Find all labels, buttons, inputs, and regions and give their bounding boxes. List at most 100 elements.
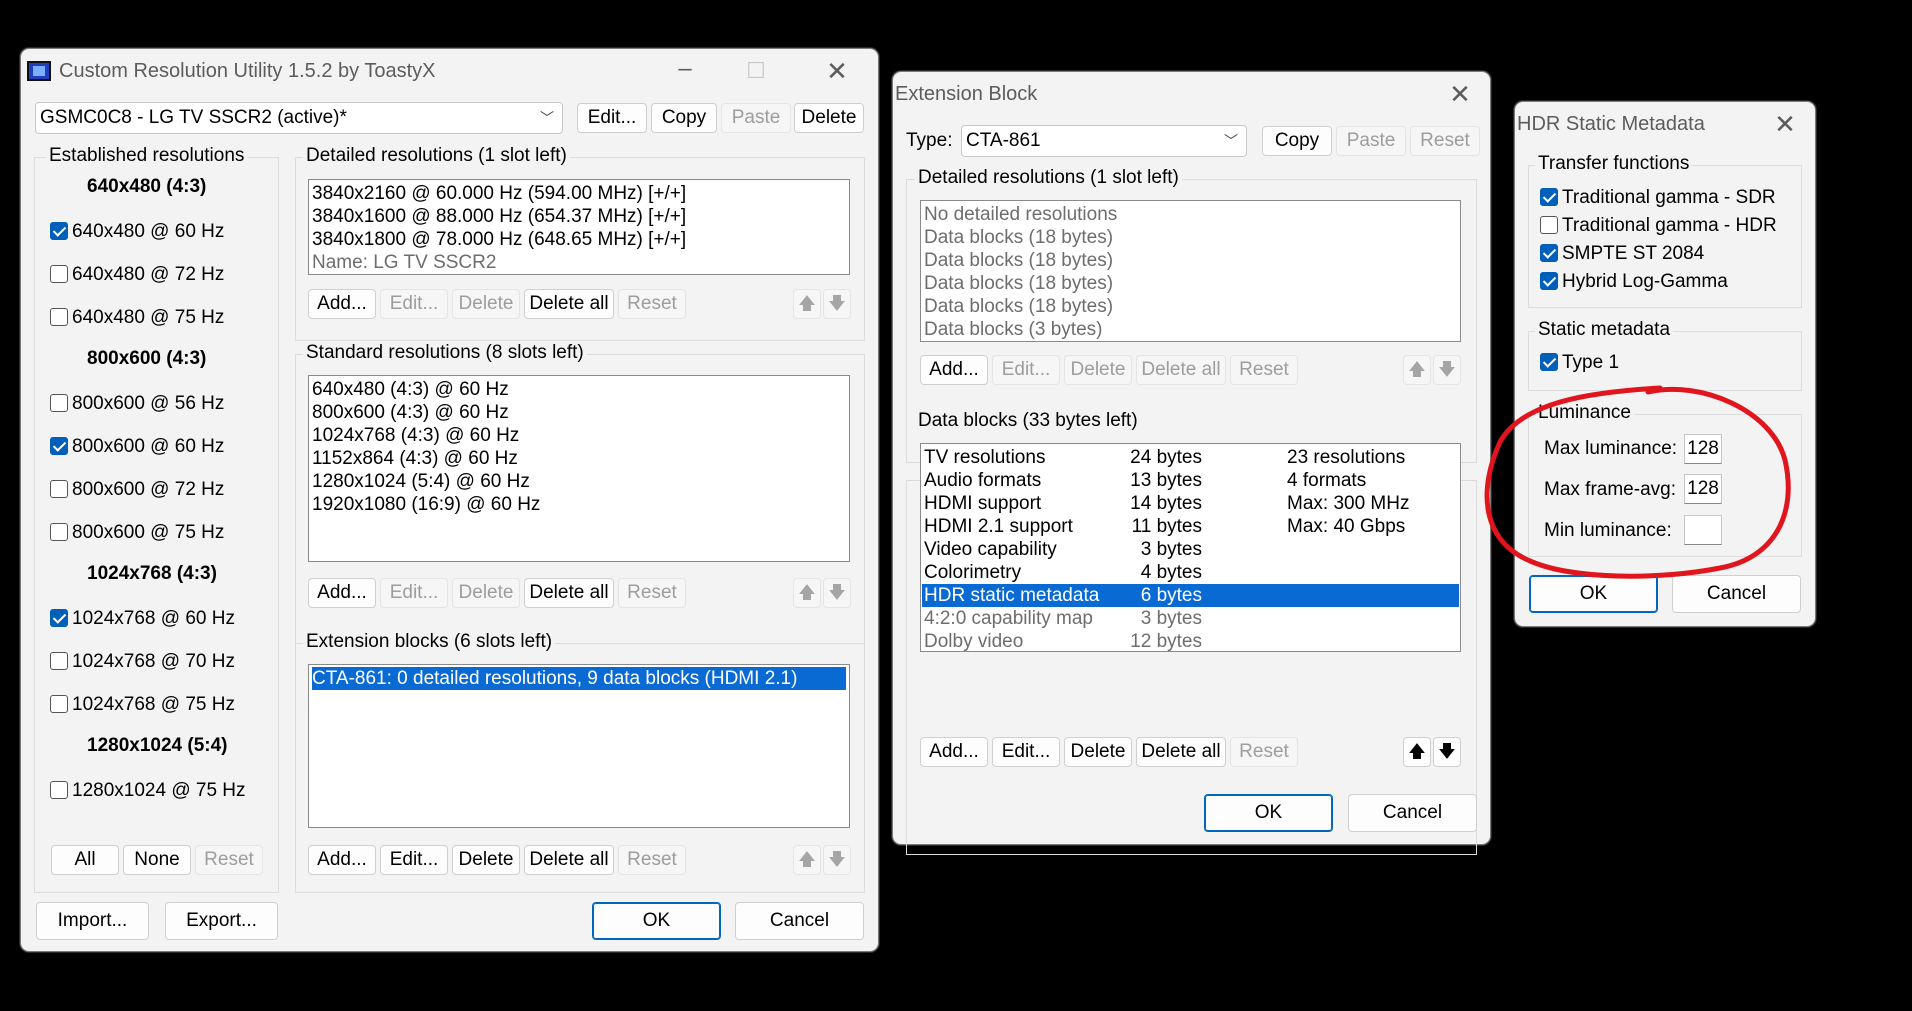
checkbox-checked-icon[interactable] <box>50 222 68 240</box>
hdr-checkbox[interactable]: Type 1 <box>1540 350 1619 376</box>
list-item[interactable]: 1280x1024 (5:4) @ 60 Hz <box>312 470 846 493</box>
list-item-name[interactable]: Name: LG TV SSCR2 <box>312 251 846 274</box>
table-row[interactable]: Video capability 3 bytes <box>922 538 1459 561</box>
add-detailed-button[interactable]: Add... <box>308 289 376 319</box>
all-button[interactable]: All <box>51 845 119 875</box>
resolution-checkbox[interactable]: 1280x1024 @ 75 Hz <box>50 778 246 804</box>
none-button[interactable]: None <box>123 845 191 875</box>
max-frame-avg-input[interactable]: 128 <box>1684 474 1722 504</box>
delete-monitor-button[interactable]: Delete <box>794 103 864 133</box>
hdr-checkbox[interactable]: Traditional gamma - SDR <box>1540 185 1776 211</box>
add-datablock-button[interactable]: Add... <box>920 737 988 767</box>
reset-detailed-button[interactable]: Reset <box>618 289 686 319</box>
ok-button[interactable]: OK <box>1204 794 1333 832</box>
table-row[interactable]: TV resolutions 24 bytes 23 resolutions <box>922 446 1459 469</box>
list-item[interactable]: 1920x1080 (16:9) @ 60 Hz <box>312 493 846 516</box>
edit-extension-button[interactable]: Edit... <box>380 845 448 875</box>
move-up-icon[interactable]: 🡅 <box>793 845 821 875</box>
checkbox-unchecked-icon[interactable] <box>50 265 68 283</box>
close-button[interactable]: ✕ <box>1767 107 1803 141</box>
resolution-checkbox[interactable]: 800x600 @ 56 Hz <box>50 391 224 417</box>
delete-ext-detailed-button[interactable]: Delete <box>1064 355 1132 385</box>
hdr-checkbox[interactable]: Traditional gamma - HDR <box>1540 213 1777 239</box>
resolution-checkbox[interactable]: 800x600 @ 60 Hz <box>50 434 224 460</box>
list-item[interactable]: No detailed resolutions <box>924 203 1457 226</box>
list-item[interactable]: 1152x864 (4:3) @ 60 Hz <box>312 447 846 470</box>
hdr-checkbox[interactable]: SMPTE ST 2084 <box>1540 241 1704 267</box>
checkbox-checked-icon[interactable] <box>1540 272 1558 290</box>
export-button[interactable]: Export... <box>165 902 278 940</box>
checkbox-checked-icon[interactable] <box>1540 244 1558 262</box>
reset-standard-button[interactable]: Reset <box>618 578 686 608</box>
move-down-icon[interactable]: 🡇 <box>823 578 851 608</box>
table-row[interactable]: Audio formats 13 bytes 4 formats <box>922 469 1459 492</box>
edit-standard-button[interactable]: Edit... <box>380 578 448 608</box>
reset-extension-type-button[interactable]: Reset <box>1410 126 1480 156</box>
hdr-checkbox[interactable]: Hybrid Log-Gamma <box>1540 269 1728 295</box>
table-row[interactable]: HDMI 2.1 support 11 bytes Max: 40 Gbps <box>922 515 1459 538</box>
edit-detailed-button[interactable]: Edit... <box>380 289 448 319</box>
delete-all-extension-button[interactable]: Delete all <box>524 845 614 875</box>
resolution-checkbox[interactable]: 1024x768 @ 75 Hz <box>50 692 235 718</box>
table-row[interactable]: Colorimetry 4 bytes <box>922 561 1459 584</box>
resolution-checkbox[interactable]: 1024x768 @ 70 Hz <box>50 649 235 675</box>
hdr-titlebar[interactable]: HDR Static Metadata ✕ <box>1515 102 1815 146</box>
checkbox-unchecked-icon[interactable] <box>1540 216 1558 234</box>
checkbox-unchecked-icon[interactable] <box>50 781 68 799</box>
move-up-icon[interactable]: 🡅 <box>1403 355 1431 385</box>
ok-button[interactable]: OK <box>592 902 721 940</box>
resolution-checkbox[interactable]: 1024x768 @ 60 Hz <box>50 606 235 632</box>
standard-list[interactable]: 640x480 (4:3) @ 60 Hz 800x600 (4:3) @ 60… <box>308 375 850 562</box>
minimize-button[interactable]: – <box>667 54 703 88</box>
cancel-button[interactable]: Cancel <box>735 902 864 940</box>
monitor-select[interactable]: GSMC0C8 - LG TV SSCR2 (active)* ﹀ <box>35 102 563 134</box>
list-item[interactable]: 3840x1600 @ 88.000 Hz (654.37 MHz) [+/+] <box>312 205 846 228</box>
add-extension-button[interactable]: Add... <box>308 845 376 875</box>
max-luminance-input[interactable]: 128 <box>1684 434 1722 464</box>
list-item[interactable]: Data blocks (18 bytes) <box>924 295 1457 318</box>
delete-all-detailed-button[interactable]: Delete all <box>524 289 614 319</box>
delete-all-ext-detailed-button[interactable]: Delete all <box>1136 355 1226 385</box>
list-item[interactable]: 3840x1800 @ 78.000 Hz (648.65 MHz) [+/+] <box>312 228 846 251</box>
checkbox-checked-icon[interactable] <box>1540 353 1558 371</box>
close-button[interactable]: ✕ <box>819 54 855 88</box>
reset-established-button[interactable]: Reset <box>195 845 263 875</box>
list-item[interactable]: Data blocks (18 bytes) <box>924 272 1457 295</box>
cancel-button[interactable]: Cancel <box>1672 575 1801 613</box>
reset-datablock-button[interactable]: Reset <box>1230 737 1298 767</box>
min-luminance-input[interactable] <box>1684 515 1722 545</box>
cancel-button[interactable]: Cancel <box>1348 794 1477 832</box>
table-row[interactable]: HDMI support 14 bytes Max: 300 MHz <box>922 492 1459 515</box>
list-item[interactable]: 1024x768 (4:3) @ 60 Hz <box>312 424 846 447</box>
cru-titlebar[interactable]: Custom Resolution Utility 1.5.2 by Toast… <box>21 49 878 93</box>
move-down-icon[interactable]: 🡇 <box>1433 737 1461 767</box>
resolution-checkbox[interactable]: 640x480 @ 60 Hz <box>50 219 224 245</box>
table-row[interactable]: 4:2:0 capability map 3 bytes <box>922 607 1459 630</box>
table-row-selected[interactable]: HDR static metadata 6 bytes <box>922 584 1459 607</box>
list-item[interactable]: Data blocks (3 bytes) <box>924 318 1457 341</box>
move-down-icon[interactable]: 🡇 <box>823 289 851 319</box>
checkbox-unchecked-icon[interactable] <box>50 480 68 498</box>
checkbox-checked-icon[interactable] <box>1540 188 1558 206</box>
delete-standard-button[interactable]: Delete <box>452 578 520 608</box>
move-down-icon[interactable]: 🡇 <box>823 845 851 875</box>
checkbox-unchecked-icon[interactable] <box>50 394 68 412</box>
extension-list[interactable]: CTA-861: 0 detailed resolutions, 9 data … <box>308 664 850 828</box>
checkbox-checked-icon[interactable] <box>50 437 68 455</box>
checkbox-unchecked-icon[interactable] <box>50 652 68 670</box>
resolution-checkbox[interactable]: 800x600 @ 72 Hz <box>50 477 224 503</box>
checkbox-unchecked-icon[interactable] <box>50 308 68 326</box>
detailed-list[interactable]: 3840x2160 @ 60.000 Hz (594.00 MHz) [+/+]… <box>308 179 850 275</box>
edit-datablock-button[interactable]: Edit... <box>992 737 1060 767</box>
edit-monitor-button[interactable]: Edit... <box>577 103 647 133</box>
reset-ext-detailed-button[interactable]: Reset <box>1230 355 1298 385</box>
edit-ext-detailed-button[interactable]: Edit... <box>992 355 1060 385</box>
extension-titlebar[interactable]: Extension Block ✕ <box>893 72 1490 116</box>
copy-button[interactable]: Copy <box>651 103 717 133</box>
import-button[interactable]: Import... <box>36 902 149 940</box>
list-item[interactable]: 640x480 (4:3) @ 60 Hz <box>312 378 846 401</box>
delete-detailed-button[interactable]: Delete <box>452 289 520 319</box>
list-item[interactable]: 800x600 (4:3) @ 60 Hz <box>312 401 846 424</box>
delete-datablock-button[interactable]: Delete <box>1064 737 1132 767</box>
move-down-icon[interactable]: 🡇 <box>1433 355 1461 385</box>
